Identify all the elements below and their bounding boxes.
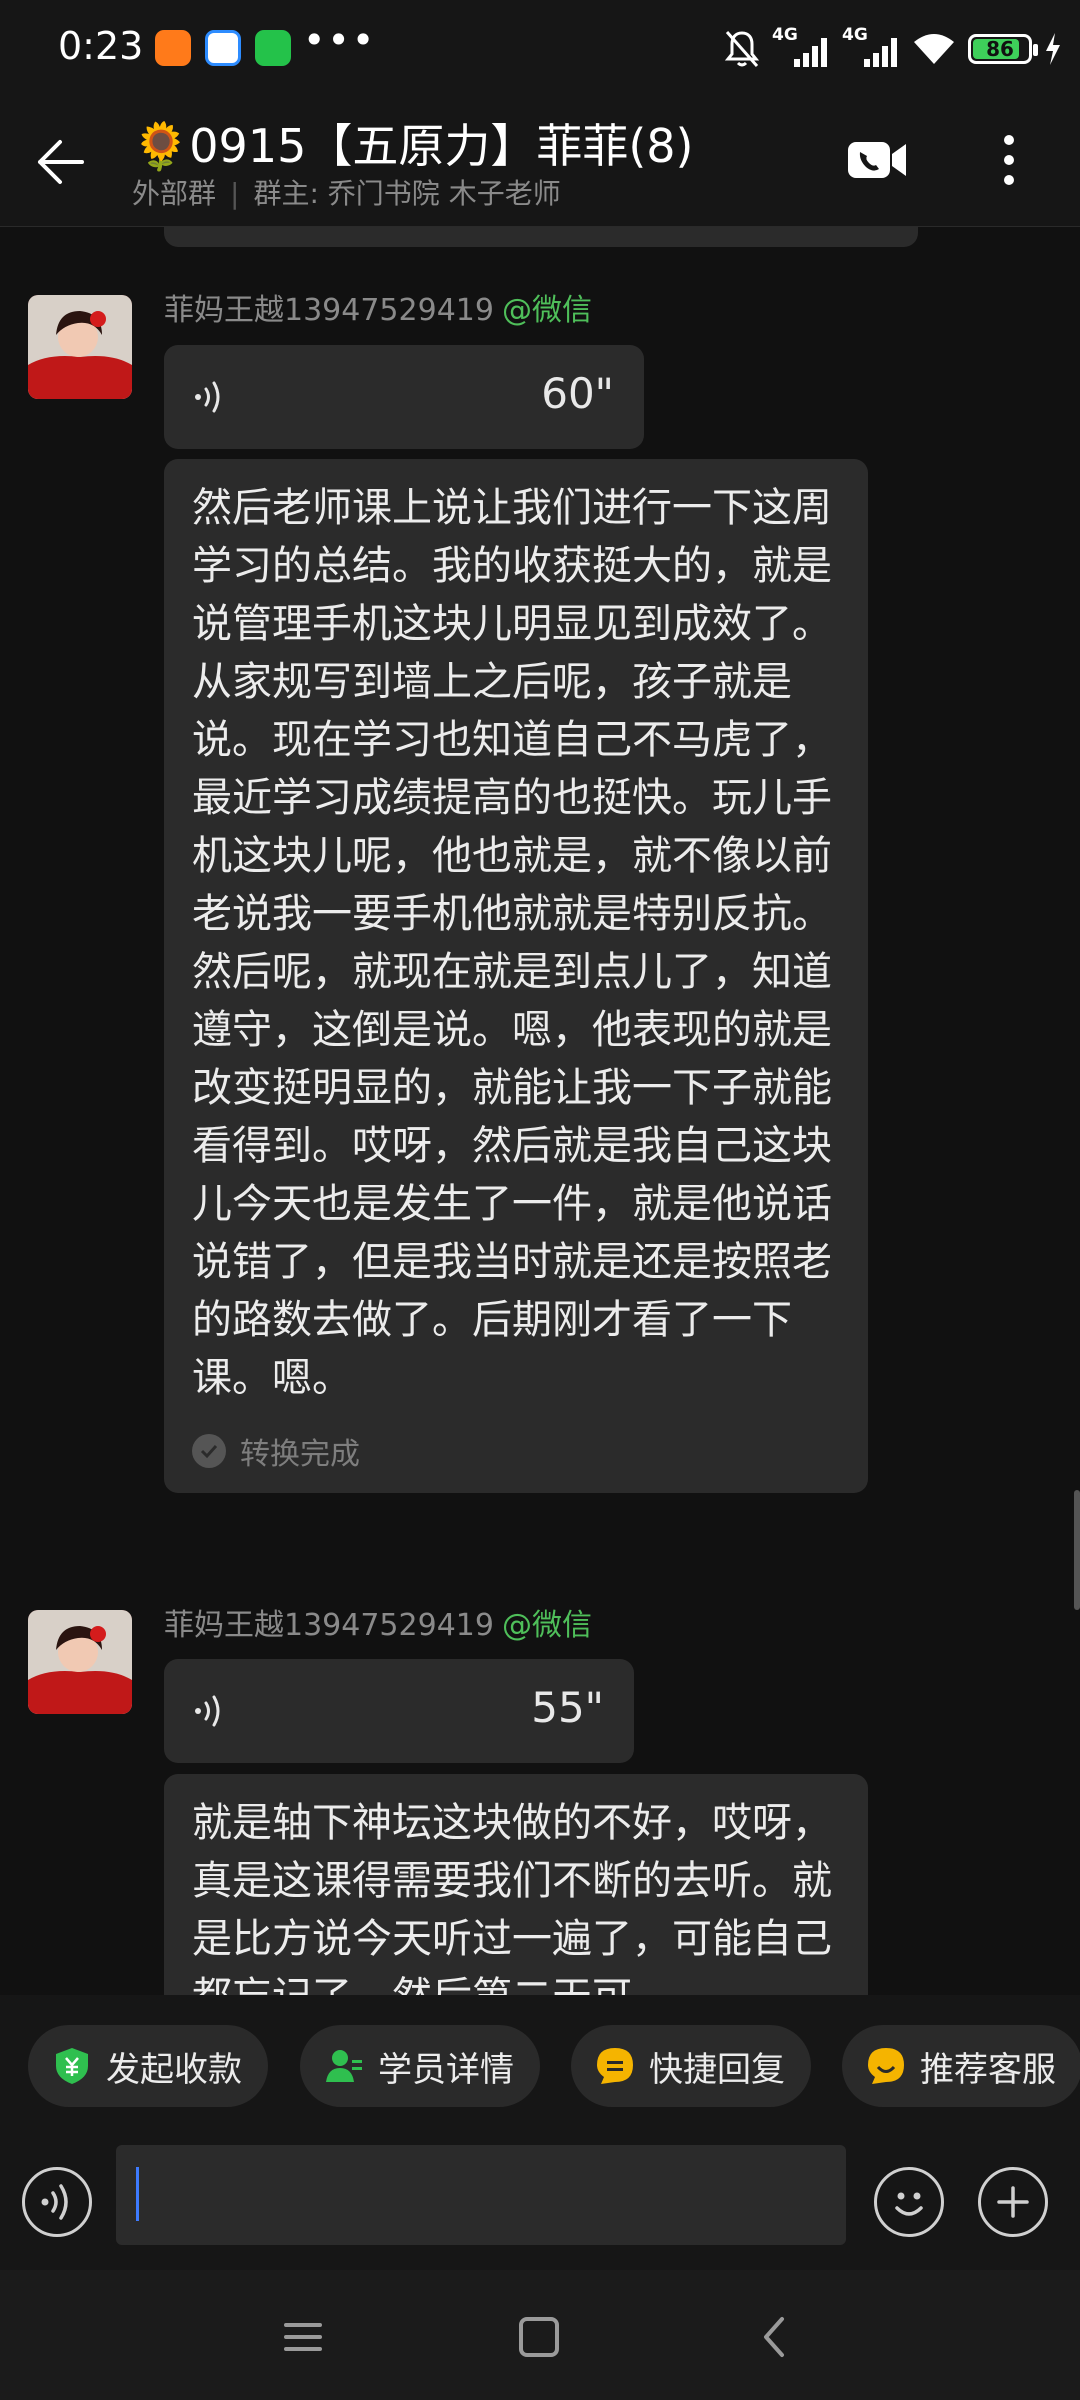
signal-1-icon: 4G xyxy=(772,25,830,69)
silent-bell-icon xyxy=(724,31,760,67)
emoji-button[interactable] xyxy=(874,2167,944,2237)
system-nav-bar xyxy=(0,2270,1080,2400)
taobao-icon xyxy=(155,30,191,66)
voice-transcript-bubble[interactable]: 就是轴下神坛这块做的不好，哎呀，真是这课得需要我们不断的去听。就是比方说今天听过… xyxy=(164,1774,868,1995)
battery-indicator: 86 xyxy=(968,34,1038,64)
chip-label: 推荐客服 xyxy=(920,2049,1056,2090)
voice-input-toggle[interactable] xyxy=(22,2167,92,2237)
payment-icon xyxy=(56,2048,88,2084)
group-owner-label: 群主: 乔门书院 木子老师 xyxy=(253,177,561,210)
wifi-icon xyxy=(914,34,954,64)
avatar[interactable] xyxy=(28,295,132,399)
wechat-tag: @微信 xyxy=(501,1608,592,1643)
status-bar: 0:23 ••• 4G 4G 86 xyxy=(0,0,1080,96)
wechat-icon xyxy=(255,30,291,66)
video-call-icon[interactable] xyxy=(846,138,908,182)
subtitle-divider: | xyxy=(230,177,240,210)
transcript-status: 转换完成 xyxy=(192,1429,842,1473)
input-bar xyxy=(0,2135,1080,2270)
user-icon xyxy=(326,2050,362,2082)
voice-message-bubble[interactable]: 55" xyxy=(164,1659,634,1763)
sender-nickname: 菲妈王越13947529419 xyxy=(164,293,494,328)
sender-nickname: 菲妈王越13947529419 xyxy=(164,1608,494,1643)
chip-label: 学员详情 xyxy=(378,2049,514,2090)
checkmark-icon xyxy=(192,1434,226,1468)
signal-2-icon: 4G xyxy=(842,25,900,69)
back-arrow-icon[interactable] xyxy=(30,132,90,192)
message-input[interactable] xyxy=(116,2145,846,2245)
chat-header: 🌻0915【五原力】菲菲(8) 外部群 | 群主: 乔门书院 木子老师 xyxy=(0,96,1080,227)
avatar[interactable] xyxy=(28,1610,132,1714)
quick-reply-button[interactable]: 快捷回复 xyxy=(571,2025,811,2107)
student-details-button[interactable]: 学员详情 xyxy=(300,2025,540,2107)
text-cursor xyxy=(136,2167,139,2221)
more-actions-button[interactable] xyxy=(978,2167,1048,2237)
transcript-text: 然后老师课上说让我们进行一下这周学习的总结。我的收获挺大的，就是说管理手机这块儿… xyxy=(192,485,832,1401)
quick-reply-icon xyxy=(597,2048,633,2084)
voice-wave-icon xyxy=(41,2184,68,2220)
charging-icon xyxy=(1046,33,1060,65)
voice-duration: 55" xyxy=(531,1683,604,1732)
start-payment-button[interactable]: 发起收款 xyxy=(28,2025,268,2107)
home-icon[interactable] xyxy=(512,2310,566,2364)
previous-message-bubble[interactable] xyxy=(164,227,918,247)
sender-name: 菲妈王越13947529419 @微信 xyxy=(164,1600,592,1644)
back-icon[interactable] xyxy=(748,2310,802,2364)
external-group-label: 外部群 xyxy=(132,177,217,210)
group-subtitle: 外部群 | 群主: 乔门书院 木子老师 xyxy=(132,172,561,212)
recommend-support-button[interactable]: 推荐客服 xyxy=(842,2025,1080,2107)
sender-name: 菲妈王越13947529419 @微信 xyxy=(164,285,592,329)
group-name: 0915【五原力】菲菲(8) xyxy=(189,119,694,173)
chat-messages[interactable]: 菲妈王越13947529419 @微信 60" 然后老师课上说让我们进行一下这周学… xyxy=(0,227,1080,1995)
quick-actions-bar: 发起收款 学员详情 快捷回复 推荐客服 xyxy=(0,1995,1080,2135)
status-time: 0:23 xyxy=(58,24,144,68)
menu-icon[interactable] xyxy=(276,2310,330,2364)
conversion-complete-label: 转换完成 xyxy=(240,1437,360,1472)
sunflower-emoji: 🌻 xyxy=(132,119,190,173)
status-indicators: 4G 4G 86 xyxy=(724,25,1062,72)
voice-duration: 60" xyxy=(541,369,614,418)
battery-level: 86 xyxy=(986,37,1014,61)
scrollbar[interactable] xyxy=(1074,1490,1080,1610)
chat-app-icon xyxy=(205,30,241,66)
voice-message-bubble[interactable]: 60" xyxy=(164,345,644,449)
status-overflow-indicator: ••• xyxy=(303,18,377,62)
wechat-tag: @微信 xyxy=(501,293,592,328)
more-options-icon[interactable] xyxy=(990,130,1028,190)
support-icon xyxy=(868,2048,904,2084)
chip-label: 发起收款 xyxy=(106,2049,242,2090)
smiley-icon xyxy=(895,2192,923,2216)
group-title[interactable]: 🌻0915【五原力】菲菲(8) xyxy=(132,110,694,176)
voice-transcript-bubble[interactable]: 然后老师课上说让我们进行一下这周学习的总结。我的收获挺大的，就是说管理手机这块儿… xyxy=(164,459,868,1493)
voice-wave-icon xyxy=(195,1695,220,1727)
voice-wave-icon xyxy=(195,381,220,413)
chip-label: 快捷回复 xyxy=(649,2049,785,2090)
plus-icon xyxy=(997,2186,1029,2218)
transcript-text: 就是轴下神坛这块做的不好，哎呀，真是这课得需要我们不断的去听。就是比方说今天听过… xyxy=(192,1800,832,1995)
